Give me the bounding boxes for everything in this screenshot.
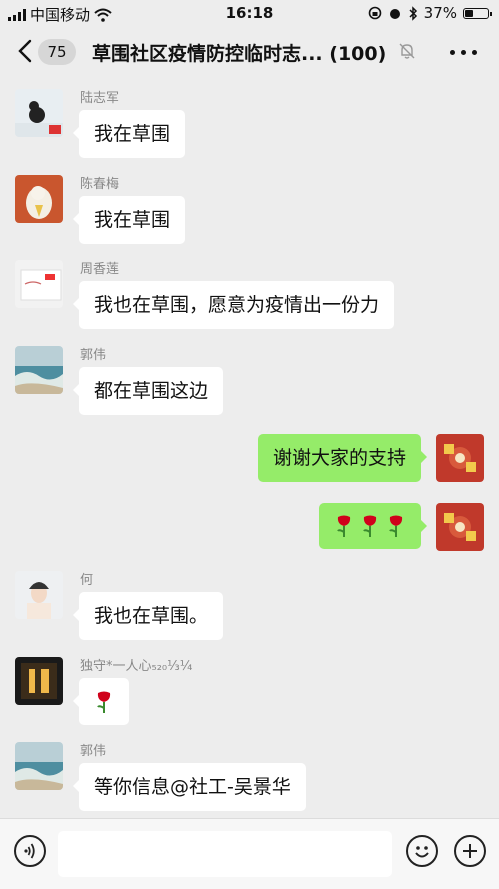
message-bubble[interactable] [73,678,129,725]
message-bubble[interactable] [319,503,427,549]
message-input-bar [0,818,499,889]
chat-title: 草围社区疫情防控临时志... (100) [92,43,387,65]
sender-name: 陈春梅 [80,177,120,192]
avatar[interactable] [15,657,63,705]
sender-name: 陆志军 [80,91,120,106]
message-bubble[interactable]: 我在草围 [72,110,186,158]
sender-name: 周香莲 [80,262,120,277]
avatar[interactable] [436,434,484,482]
rose-emoji-icon [337,515,351,537]
avatar[interactable] [15,89,63,137]
sender-name: 独守*一人心₅₂₀⅓¼ [80,659,193,674]
mute-bell-icon [399,43,415,59]
message-bubble[interactable]: 我也在草围。 [72,592,224,640]
rose-emoji-icon [363,515,377,537]
more-options-button[interactable] [450,50,477,55]
add-icon[interactable] [454,835,486,867]
sender-name: 郭伟 [80,744,107,759]
avatar[interactable] [15,260,63,308]
chat-header: 75 草围社区疫情防控临时志... (100) [0,26,499,78]
status-bar: 中国移动 16:18 37% [0,0,499,26]
message-bubble[interactable]: 我也在草围，愿意为疫情出一份力 [72,281,395,329]
bluetooth-icon [409,5,417,21]
avatar[interactable] [15,571,63,619]
message-bubble[interactable]: 等你信息@社工-吴景华 [73,763,306,811]
battery-percent: 37% [423,4,457,22]
emoji-icon[interactable] [406,835,438,867]
message-bubble[interactable]: 谢谢大家的支持 [257,434,428,482]
battery-icon [463,7,492,19]
sender-name: 郭伟 [80,348,107,363]
unread-count-badge[interactable]: 75 [38,39,76,65]
message-input[interactable] [58,831,392,877]
rose-emoji-icon [97,691,111,713]
rose-emoji-icon [389,515,403,537]
avatar[interactable] [15,742,63,790]
message-bubble[interactable]: 都在草围这边 [72,367,224,415]
alarm-icon [389,9,400,19]
message-bubble[interactable]: 我在草围 [72,196,186,244]
avatar[interactable] [15,175,63,223]
back-arrow-icon[interactable] [14,38,38,64]
avatar[interactable] [436,503,484,551]
sender-name: 何 [80,573,94,588]
avatar[interactable] [15,346,63,394]
voice-icon[interactable] [14,835,46,867]
rotation-lock-icon [368,6,381,20]
